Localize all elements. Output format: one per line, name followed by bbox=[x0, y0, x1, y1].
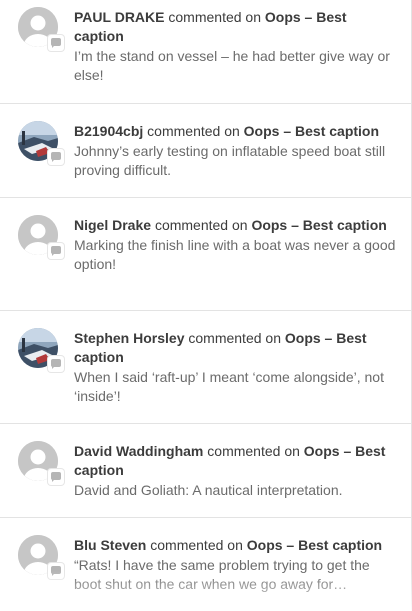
activity-headline: Stephen Horsley commented on Oops – Best… bbox=[74, 329, 399, 367]
activity-headline: PAUL DRAKE commented on Oops – Best capt… bbox=[74, 8, 399, 46]
author-link[interactable]: PAUL DRAKE bbox=[74, 9, 165, 25]
comment-excerpt[interactable]: When I said ‘raft-up’ I meant ‘come alon… bbox=[74, 368, 399, 406]
comment-excerpt[interactable]: “Rats! I have the same problem trying to… bbox=[74, 556, 399, 594]
post-link[interactable]: Oops – Best caption bbox=[244, 123, 379, 139]
comment-excerpt[interactable]: Johnny’s early testing on inflatable spe… bbox=[74, 142, 399, 180]
comment-excerpt[interactable]: Marking the finish line with a boat was … bbox=[74, 236, 399, 274]
avatar[interactable] bbox=[18, 121, 64, 165]
author-link[interactable]: Stephen Horsley bbox=[74, 330, 184, 346]
activity-item: Stephen Horsley commented on Oops – Best… bbox=[0, 311, 411, 424]
activity-item: PAUL DRAKE commented on Oops – Best capt… bbox=[0, 0, 411, 104]
avatar[interactable] bbox=[18, 535, 64, 579]
activity-item: Nigel Drake commented on Oops – Best cap… bbox=[0, 198, 411, 311]
activity-item: B21904cbj commented on Oops – Best capti… bbox=[0, 104, 411, 198]
activity-verb: commented on bbox=[147, 123, 240, 139]
activity-item: David Waddingham commented on Oops – Bes… bbox=[0, 424, 411, 518]
activity-item: Blu Steven commented on Oops – Best capt… bbox=[0, 518, 411, 611]
author-link[interactable]: David Waddingham bbox=[74, 443, 203, 459]
author-link[interactable]: Blu Steven bbox=[74, 537, 146, 553]
avatar[interactable] bbox=[18, 441, 64, 485]
post-link[interactable]: Oops – Best caption bbox=[247, 537, 382, 553]
activity-headline: Blu Steven commented on Oops – Best capt… bbox=[74, 536, 399, 555]
activity-verb: commented on bbox=[154, 217, 248, 233]
comment-excerpt[interactable]: David and Goliath: A nautical interpreta… bbox=[74, 481, 399, 500]
avatar[interactable] bbox=[18, 328, 64, 372]
author-link[interactable]: B21904cbj bbox=[74, 123, 143, 139]
comment-icon bbox=[48, 469, 64, 485]
comment-icon bbox=[48, 356, 64, 372]
avatar[interactable] bbox=[18, 215, 64, 259]
comment-icon bbox=[48, 149, 64, 165]
post-link[interactable]: Oops – Best caption bbox=[251, 217, 386, 233]
activity-verb: commented on bbox=[168, 9, 261, 25]
activity-verb: commented on bbox=[188, 330, 281, 346]
activity-feed: PAUL DRAKE commented on Oops – Best capt… bbox=[0, 0, 412, 611]
avatar[interactable] bbox=[18, 7, 64, 51]
activity-verb: commented on bbox=[150, 537, 243, 553]
activity-verb: commented on bbox=[207, 443, 300, 459]
comment-icon bbox=[48, 243, 64, 259]
comment-icon bbox=[48, 563, 64, 579]
comment-icon bbox=[48, 35, 64, 51]
author-link[interactable]: Nigel Drake bbox=[74, 217, 151, 233]
comment-excerpt[interactable]: I’m the stand on vessel – he had better … bbox=[74, 47, 399, 85]
activity-headline: David Waddingham commented on Oops – Bes… bbox=[74, 442, 399, 480]
activity-headline: Nigel Drake commented on Oops – Best cap… bbox=[74, 216, 399, 235]
activity-headline: B21904cbj commented on Oops – Best capti… bbox=[74, 122, 399, 141]
